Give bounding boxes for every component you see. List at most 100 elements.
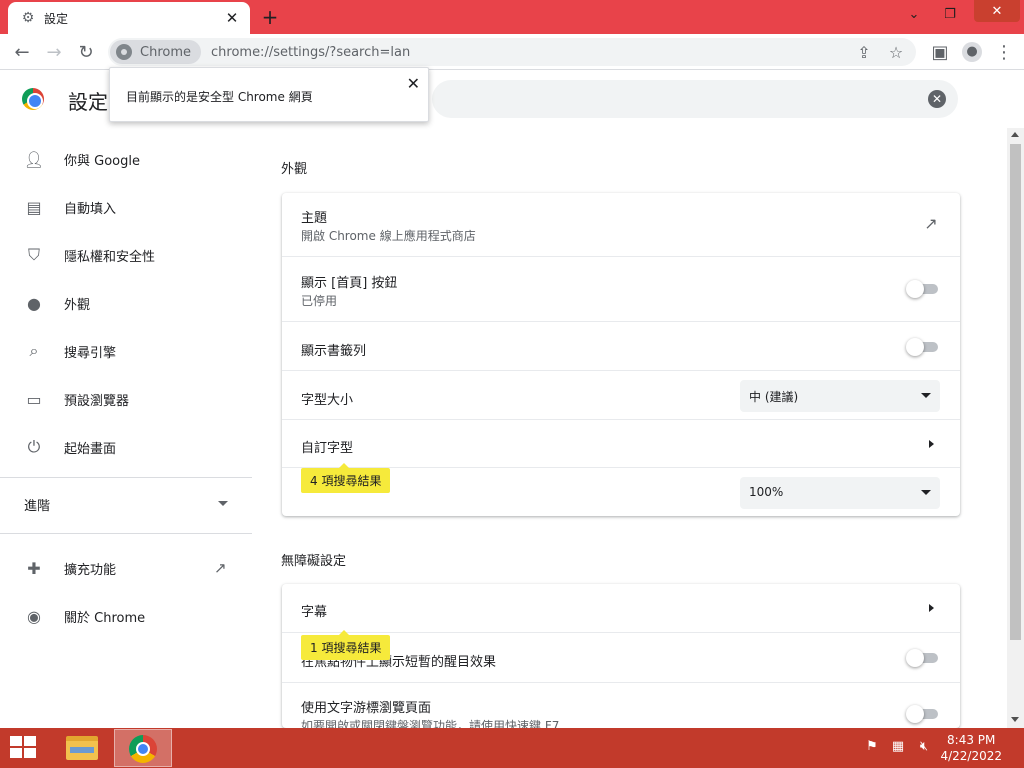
taskbar-chrome-icon[interactable] xyxy=(114,729,172,767)
settings-search-input[interactable]: ✕ xyxy=(432,80,958,118)
person-icon: 👤︎ xyxy=(23,149,45,169)
chevron-right-icon xyxy=(929,604,934,612)
tab-settings[interactable]: ⚙ 設定 ✕ xyxy=(8,2,250,34)
dropdown-arrow-icon xyxy=(921,490,931,495)
sidebar-item-appearance[interactable]: ● 外觀 xyxy=(0,283,250,323)
bookmark-star-icon[interactable]: ☆ xyxy=(884,40,908,64)
forward-icon[interactable]: → xyxy=(40,38,68,66)
sidebar-item-default-browser[interactable]: ▭ 預設瀏覽器 xyxy=(0,379,250,419)
sidebar-divider xyxy=(0,533,252,534)
tab-title: 設定 xyxy=(44,11,69,26)
caret-browsing-label: 使用文字游標瀏覽頁面 xyxy=(301,701,432,716)
home-button-label: 顯示 [首頁] 按鈕 xyxy=(301,276,398,291)
chevron-down-icon[interactable] xyxy=(218,501,228,506)
reload-icon[interactable]: ↻ xyxy=(72,38,100,66)
captions-row[interactable]: 字幕 xyxy=(282,584,960,632)
focus-highlight-toggle[interactable] xyxy=(906,649,938,667)
caret-browsing-row: 使用文字游標瀏覽頁面 如要開啟或關閉鍵盤瀏覽功能，請使用快速鍵 F7 xyxy=(282,682,960,728)
system-tray: ⚑ ▦ 🔇︎ xyxy=(864,739,932,755)
profile-avatar-icon[interactable]: ● xyxy=(958,38,986,66)
back-icon[interactable]: ← xyxy=(8,38,36,66)
page-scrollbar[interactable] xyxy=(1007,128,1024,728)
captions-label: 字幕 xyxy=(301,605,328,620)
volume-muted-icon[interactable]: 🔇︎ xyxy=(916,739,932,755)
sidebar-item-about-chrome[interactable]: ◉ 關於 Chrome xyxy=(0,596,250,636)
clock-date: 4/22/2022 xyxy=(940,749,1002,763)
sidebar-item-label: 關於 Chrome xyxy=(64,610,146,626)
popup-text: 目前顯示的是安全型 Chrome 網頁 xyxy=(126,90,313,104)
new-tab-button[interactable]: + xyxy=(258,6,282,30)
open-in-new-icon[interactable]: ↗ xyxy=(922,214,940,233)
sidebar-item-label: 隱私權和安全性 xyxy=(64,249,156,265)
puzzle-icon: ✚ xyxy=(27,558,41,578)
font-size-row: 字型大小 中 (建議) xyxy=(282,370,960,419)
page-title: 設定 xyxy=(68,90,108,114)
menu-kebab-icon[interactable]: ⋮ xyxy=(990,38,1018,66)
home-button-toggle[interactable] xyxy=(906,280,938,298)
custom-fonts-row[interactable]: 自訂字型 xyxy=(282,419,960,467)
theme-sublabel: 開啟 Chrome 線上應用程式商店 xyxy=(301,229,476,243)
sidebar-item-privacy[interactable]: ⛉ 隱私權和安全性 xyxy=(0,235,250,275)
browser-icon: ▭ xyxy=(26,389,42,409)
file-explorer-icon[interactable] xyxy=(58,730,106,766)
sidebar-item-label: 預設瀏覽器 xyxy=(64,393,130,409)
bookmarks-bar-row: 顯示書籤列 xyxy=(282,321,960,370)
restore-icon[interactable]: ❐ xyxy=(932,0,968,28)
dropdown-arrow-icon xyxy=(921,393,931,398)
page-zoom-value: 100% xyxy=(749,485,784,499)
sidebar-item-you-and-google[interactable]: 👤︎ 你與 Google xyxy=(0,139,250,179)
font-size-select[interactable]: 中 (建議) xyxy=(740,380,940,412)
action-center-flag-icon[interactable]: ⚑ xyxy=(864,739,880,755)
sidebar-item-autofill[interactable]: ▤ 自動填入 xyxy=(0,187,250,227)
toolbar-right: ▣ ● ⋮ xyxy=(926,38,1018,66)
theme-label: 主題 xyxy=(301,211,328,226)
open-in-new-icon[interactable]: ↗ xyxy=(214,559,227,577)
scrollbar-thumb[interactable] xyxy=(1010,144,1021,640)
caret-browsing-toggle[interactable] xyxy=(906,705,938,723)
font-size-label: 字型大小 xyxy=(301,393,354,408)
chevron-right-icon xyxy=(929,440,934,448)
advanced-toggle[interactable]: 進階 xyxy=(24,495,50,514)
url-text[interactable]: chrome://settings/?search=lan xyxy=(211,45,410,60)
page-zoom-select[interactable]: 100% xyxy=(740,477,940,509)
windows-start-icon[interactable] xyxy=(10,736,38,760)
shield-icon: ⛉ xyxy=(27,245,40,264)
clear-search-icon[interactable]: ✕ xyxy=(928,90,946,108)
sidebar-item-label: 搜尋引擎 xyxy=(64,345,117,361)
site-info-chip[interactable]: Chrome xyxy=(110,40,201,64)
chip-label: Chrome xyxy=(140,44,191,60)
chrome-logo-icon xyxy=(22,88,44,110)
network-icon[interactable]: ▦ xyxy=(890,739,906,755)
toolbar: ← → ↻ Chrome chrome://settings/?search=l… xyxy=(0,34,1024,70)
window-controls: ⌄ ❐ ✕ xyxy=(896,0,1024,30)
theme-row[interactable]: 主題 開啟 Chrome 線上應用程式商店 ↗ xyxy=(282,193,960,256)
home-button-sublabel: 已停用 xyxy=(301,294,338,308)
popup-close-icon[interactable]: ✕ xyxy=(407,74,420,93)
taskbar-clock[interactable]: 8:43 PM 4/22/2022 xyxy=(940,732,1002,764)
window-close-button[interactable]: ✕ xyxy=(974,0,1020,22)
omnibox-actions: ⇪ ☆ xyxy=(844,40,908,64)
scroll-down-icon[interactable] xyxy=(1011,717,1019,722)
power-icon: ⏻ xyxy=(27,437,41,456)
chrome-icon: ◉ xyxy=(27,606,41,626)
share-icon[interactable]: ⇪ xyxy=(852,40,876,64)
omnibox[interactable]: Chrome chrome://settings/?search=lan ⇪ ☆ xyxy=(108,38,916,66)
sidebar-item-search-engine[interactable]: ⌕ 搜尋引擎 xyxy=(0,331,250,371)
bookmarks-bar-label: 顯示書籤列 xyxy=(301,344,367,359)
tab-close-icon[interactable]: ✕ xyxy=(224,10,240,26)
sidebar-item-on-startup[interactable]: ⏻ 起始畫面 xyxy=(0,427,250,467)
sidebar-item-extensions[interactable]: ✚ 擴充功能 ↗ xyxy=(0,548,250,588)
sidebar-divider xyxy=(0,477,252,478)
search-results-bubble: 4 項搜尋結果 xyxy=(301,463,391,493)
custom-fonts-label: 自訂字型 xyxy=(301,441,354,456)
scroll-up-icon[interactable] xyxy=(1011,132,1019,137)
palette-icon: ● xyxy=(27,293,41,313)
clipboard-icon: ▤ xyxy=(26,197,42,217)
sidebar-item-label: 擴充功能 xyxy=(64,562,117,578)
tab-search-icon[interactable]: ⌄ xyxy=(896,0,932,28)
section-title-accessibility: 無障礙設定 xyxy=(281,554,347,569)
caret-browsing-sublabel: 如要開啟或關閉鍵盤瀏覽功能，請使用快速鍵 F7 xyxy=(301,719,560,728)
side-panel-icon[interactable]: ▣ xyxy=(926,38,954,66)
home-button-row: 顯示 [首頁] 按鈕 已停用 xyxy=(282,256,960,321)
bookmarks-bar-toggle[interactable] xyxy=(906,338,938,356)
